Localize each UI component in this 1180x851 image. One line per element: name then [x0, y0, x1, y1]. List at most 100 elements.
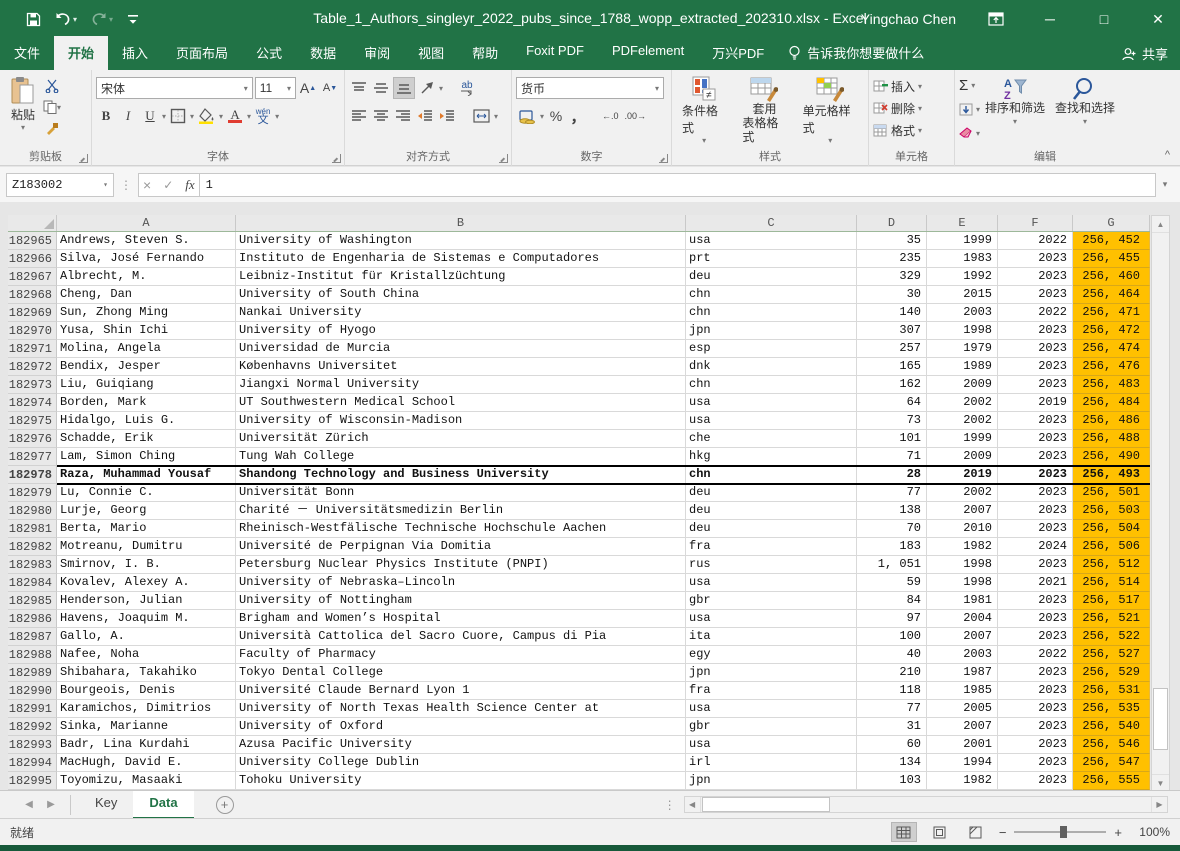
- cell-D-182973[interactable]: 162: [857, 376, 927, 394]
- cell-F-182989[interactable]: 2023: [998, 664, 1073, 682]
- borders-dropdown-icon[interactable]: ▾: [190, 112, 194, 121]
- cell-A-182974[interactable]: Borden, Mark: [57, 394, 236, 412]
- row-header[interactable]: 182988: [8, 646, 57, 664]
- cell-G-182994[interactable]: 256, 547: [1073, 754, 1150, 772]
- vertical-scrollbar-thumb[interactable]: [1153, 688, 1168, 750]
- sheet-tab-data[interactable]: Data: [133, 791, 193, 819]
- orientation-dropdown-icon[interactable]: ▾: [439, 84, 443, 93]
- font-size-combo[interactable]: 11 ▾: [255, 77, 296, 99]
- select-all-corner[interactable]: [8, 215, 57, 231]
- phonetic-dropdown-icon[interactable]: ▾: [275, 112, 279, 121]
- prev-sheet-icon[interactable]: ◀: [18, 799, 40, 810]
- cell-C-182986[interactable]: usa: [686, 610, 857, 628]
- ribbon-tab-公式[interactable]: 公式: [242, 36, 296, 70]
- user-account[interactable]: Yingchao Chen: [861, 11, 956, 27]
- row-header[interactable]: 182969: [8, 304, 57, 322]
- cell-F-182977[interactable]: 2023: [998, 448, 1073, 466]
- cell-F-182976[interactable]: 2023: [998, 430, 1073, 448]
- cell-E-182991[interactable]: 2005: [927, 700, 998, 718]
- normal-view-button[interactable]: [891, 822, 917, 842]
- cell-F-182984[interactable]: 2021: [998, 574, 1073, 592]
- cell-B-182970[interactable]: University of Hyogo: [236, 322, 686, 340]
- column-header-A[interactable]: A: [57, 215, 236, 231]
- ribbon-tab-审阅[interactable]: 审阅: [350, 36, 404, 70]
- scroll-up-icon[interactable]: ▲: [1152, 216, 1169, 233]
- cell-C-182968[interactable]: chn: [686, 286, 857, 304]
- ribbon-tab-插入[interactable]: 插入: [108, 36, 162, 70]
- fill-color-dropdown-icon[interactable]: ▾: [219, 112, 223, 121]
- ribbon-tab-帮助[interactable]: 帮助: [458, 36, 512, 70]
- scroll-left-icon[interactable]: ◀: [685, 797, 701, 812]
- delete-dropdown-icon[interactable]: ▾: [918, 104, 922, 113]
- cell-B-182988[interactable]: Faculty of Pharmacy: [236, 646, 686, 664]
- number-dialog-launcher[interactable]: [659, 154, 668, 163]
- cell-B-182976[interactable]: Universität Zürich: [236, 430, 686, 448]
- share-button[interactable]: 共享: [1121, 44, 1168, 63]
- cell-F-182978[interactable]: 2023: [998, 466, 1073, 484]
- sort-filter-button[interactable]: AZ 排序和筛选 ▾: [980, 74, 1050, 144]
- cell-E-182986[interactable]: 2004: [927, 610, 998, 628]
- cell-A-182965[interactable]: Andrews, Steven S.: [57, 232, 236, 250]
- cell-E-182993[interactable]: 2001: [927, 736, 998, 754]
- cell-E-182969[interactable]: 2003: [927, 304, 998, 322]
- decrease-decimal-button[interactable]: .00→: [623, 105, 649, 127]
- row-header[interactable]: 182987: [8, 628, 57, 646]
- cell-A-182995[interactable]: Toyomizu, Masaaki: [57, 772, 236, 790]
- cell-F-182986[interactable]: 2023: [998, 610, 1073, 628]
- row-header[interactable]: 182972: [8, 358, 57, 376]
- cell-C-182980[interactable]: deu: [686, 502, 857, 520]
- cell-E-182973[interactable]: 2009: [927, 376, 998, 394]
- cell-F-182992[interactable]: 2023: [998, 718, 1073, 736]
- conditional-formatting-dropdown-icon[interactable]: ▾: [702, 136, 706, 145]
- row-header[interactable]: 182989: [8, 664, 57, 682]
- row-header[interactable]: 182978: [8, 466, 57, 484]
- cell-G-182977[interactable]: 256, 490: [1073, 448, 1150, 466]
- zoom-slider[interactable]: [1014, 831, 1106, 833]
- cell-E-182976[interactable]: 1999: [927, 430, 998, 448]
- accounting-format-button[interactable]: [516, 105, 538, 127]
- cell-C-182970[interactable]: jpn: [686, 322, 857, 340]
- phonetic-guide-button[interactable]: wén 文: [253, 105, 273, 127]
- top-align-button[interactable]: [349, 77, 369, 99]
- cell-E-182995[interactable]: 1982: [927, 772, 998, 790]
- cell-G-182973[interactable]: 256, 483: [1073, 376, 1150, 394]
- cell-F-182988[interactable]: 2022: [998, 646, 1073, 664]
- fill-button[interactable]: ▾: [959, 98, 980, 120]
- cell-C-182989[interactable]: jpn: [686, 664, 857, 682]
- cell-E-182979[interactable]: 2002: [927, 484, 998, 502]
- cell-C-182974[interactable]: usa: [686, 394, 857, 412]
- cell-E-182966[interactable]: 1983: [927, 250, 998, 268]
- cell-C-182984[interactable]: usa: [686, 574, 857, 592]
- cell-G-182968[interactable]: 256, 464: [1073, 286, 1150, 304]
- cell-E-182980[interactable]: 2007: [927, 502, 998, 520]
- cell-C-182982[interactable]: fra: [686, 538, 857, 556]
- ribbon-tab-数据[interactable]: 数据: [296, 36, 350, 70]
- font-color-button[interactable]: A: [225, 105, 245, 127]
- cell-D-182966[interactable]: 235: [857, 250, 927, 268]
- cell-E-182968[interactable]: 2015: [927, 286, 998, 304]
- row-header[interactable]: 182971: [8, 340, 57, 358]
- underline-button[interactable]: U: [140, 105, 160, 127]
- format-as-table-button[interactable]: 套用 表格格式: [736, 74, 792, 148]
- cell-E-182975[interactable]: 2002: [927, 412, 998, 430]
- cell-B-182977[interactable]: Tung Wah College: [236, 448, 686, 466]
- cell-D-182991[interactable]: 77: [857, 700, 927, 718]
- cell-F-182970[interactable]: 2023: [998, 322, 1073, 340]
- cell-G-182967[interactable]: 256, 460: [1073, 268, 1150, 286]
- row-header[interactable]: 182995: [8, 772, 57, 790]
- cell-F-182974[interactable]: 2019: [998, 394, 1073, 412]
- cell-F-182994[interactable]: 2023: [998, 754, 1073, 772]
- decrease-indent-button[interactable]: [415, 105, 435, 127]
- cell-D-182969[interactable]: 140: [857, 304, 927, 322]
- cell-A-182970[interactable]: Yusa, Shin Ichi: [57, 322, 236, 340]
- cell-C-182972[interactable]: dnk: [686, 358, 857, 376]
- cell-E-182983[interactable]: 1998: [927, 556, 998, 574]
- row-header[interactable]: 182981: [8, 520, 57, 538]
- cell-F-182971[interactable]: 2023: [998, 340, 1073, 358]
- cell-F-182968[interactable]: 2023: [998, 286, 1073, 304]
- ribbon-tab-Foxit PDF[interactable]: Foxit PDF: [512, 36, 598, 70]
- ribbon-display-options-button[interactable]: [982, 12, 1010, 26]
- cell-B-182968[interactable]: University of South China: [236, 286, 686, 304]
- autosum-button[interactable]: Σ ▾: [959, 74, 980, 96]
- cell-G-182965[interactable]: 256, 452: [1073, 232, 1150, 250]
